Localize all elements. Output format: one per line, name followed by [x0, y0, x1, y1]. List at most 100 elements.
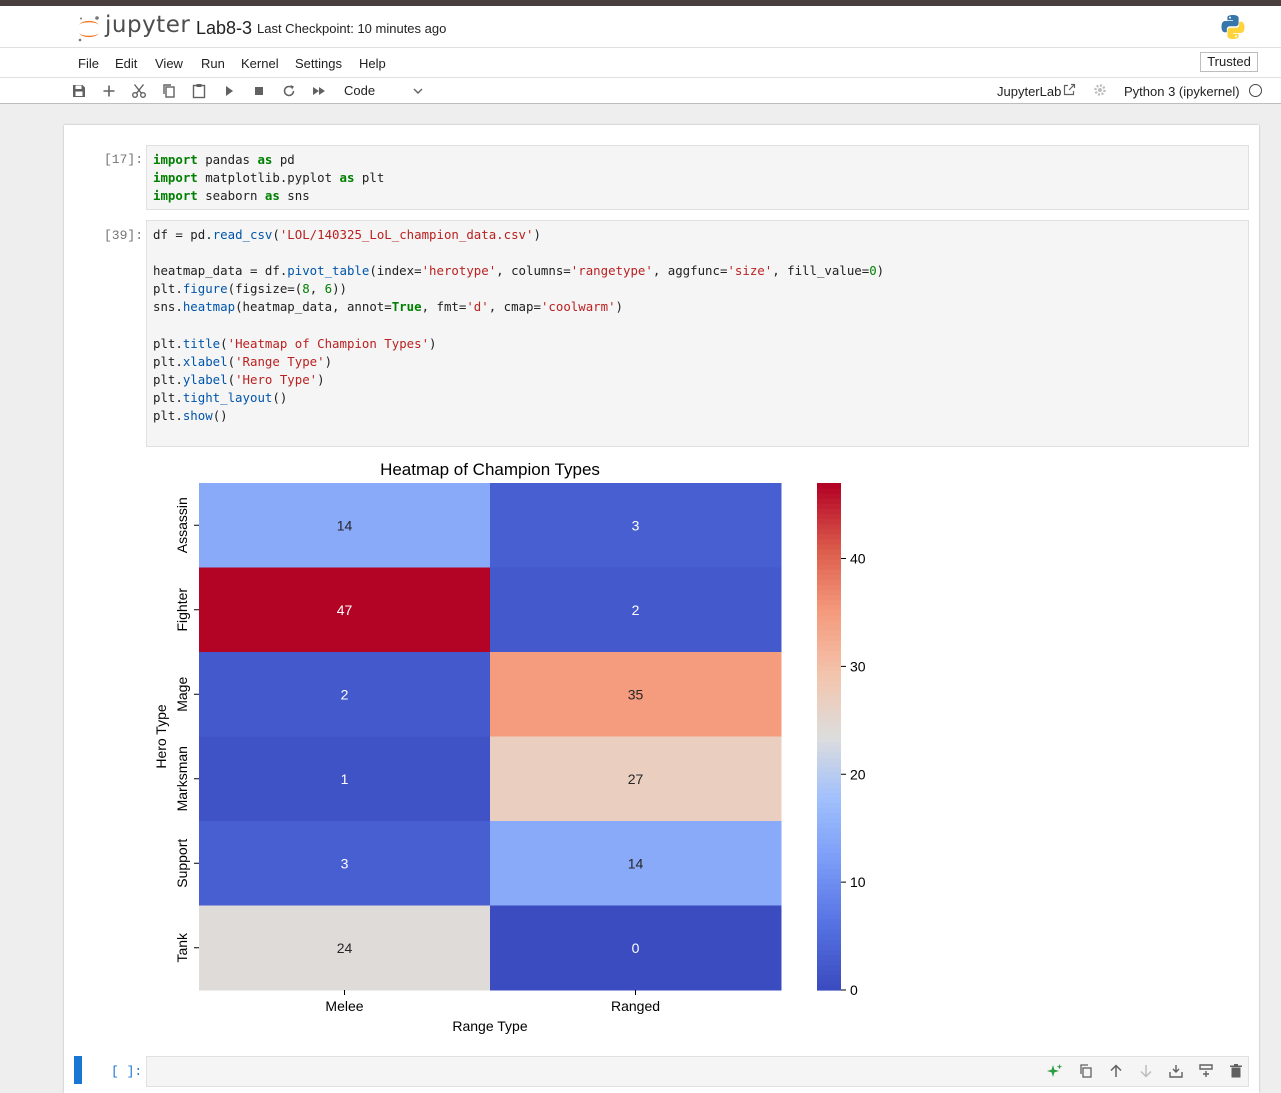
jupyter-logo-icon[interactable]: [76, 14, 102, 44]
colorbar-segment: [817, 498, 841, 504]
colorbar-segment: [817, 777, 841, 783]
colorbar-segment: [817, 635, 841, 641]
colorbar-segment: [817, 812, 841, 819]
external-link-icon[interactable]: [1063, 83, 1076, 96]
colorbar-segment: [817, 751, 841, 758]
copy-icon[interactable]: [160, 82, 178, 100]
y-axis-label: Hero Type: [153, 704, 169, 769]
menu-run[interactable]: Run: [201, 56, 225, 71]
code-text[interactable]: import pandas as pd import matplotlib.py…: [153, 151, 384, 205]
colorbar-segment: [817, 640, 841, 646]
colorbar-segment: [817, 787, 841, 793]
move-up-icon[interactable]: [1108, 1063, 1124, 1079]
colorbar-segment: [817, 513, 841, 520]
code-cell-heatmap[interactable]: df = pd.read_csv('LOL/140325_LoL_champio…: [146, 220, 1249, 447]
colorbar-tick-label: 0: [850, 982, 858, 998]
run-icon[interactable]: [220, 82, 238, 100]
menu-help[interactable]: Help: [359, 56, 386, 71]
colorbar-segment: [817, 533, 841, 540]
python-logo-icon: [1221, 15, 1245, 39]
insert-above-icon[interactable]: [1168, 1063, 1184, 1079]
y-tick-label: Mage: [174, 677, 190, 712]
colorbar-segment: [817, 538, 841, 545]
colorbar-segment: [817, 939, 841, 945]
cell-annotation: 14: [628, 855, 644, 871]
menu-settings[interactable]: Settings: [295, 56, 342, 71]
colorbar-segment: [817, 701, 841, 707]
colorbar-segment: [817, 690, 841, 697]
colorbar-segment: [817, 771, 841, 778]
gear-icon[interactable]: [1093, 83, 1107, 97]
cell-annotation: 2: [632, 602, 640, 618]
cut-icon[interactable]: [130, 82, 148, 100]
insert-below-icon[interactable]: [1198, 1063, 1214, 1079]
colorbar-segment: [817, 665, 841, 672]
colorbar-segment: [817, 695, 841, 702]
x-axis-label: Range Type: [452, 1018, 527, 1034]
chevron-down-icon[interactable]: [411, 84, 425, 98]
menu-file[interactable]: File: [78, 56, 99, 71]
colorbar-segment: [817, 934, 841, 940]
colorbar-tick-label: 40: [850, 551, 866, 567]
cell-annotation: 14: [337, 517, 353, 533]
colorbar-segment: [817, 721, 841, 727]
code-text[interactable]: df = pd.read_csv('LOL/140325_LoL_champio…: [153, 226, 884, 425]
colorbar-segment: [817, 878, 841, 885]
colorbar-segment: [817, 822, 841, 829]
notebook-name[interactable]: Lab8-3: [196, 18, 252, 39]
colorbar-segment: [817, 569, 841, 575]
menu-bar: File Edit View Run Kernel Settings Help …: [0, 47, 1281, 77]
paste-icon[interactable]: [190, 82, 208, 100]
kernel-name[interactable]: Python 3 (ipykernel): [1124, 84, 1240, 99]
colorbar-segment: [817, 913, 841, 920]
save-icon[interactable]: [70, 82, 88, 100]
colorbar-segment: [817, 655, 841, 662]
menu-view[interactable]: View: [155, 56, 183, 71]
colorbar-segment: [817, 949, 841, 956]
colorbar-segment: [817, 903, 841, 910]
jupyterlab-link[interactable]: JupyterLab: [997, 84, 1061, 99]
colorbar-segment: [817, 619, 841, 626]
colorbar-tick-label: 20: [850, 766, 866, 782]
colorbar-segment: [817, 488, 841, 494]
colorbar-segment: [817, 893, 841, 900]
colorbar-segment: [817, 817, 841, 824]
colorbar-segment: [817, 528, 841, 535]
fast-forward-icon[interactable]: [310, 82, 328, 100]
move-down-icon[interactable]: [1138, 1063, 1154, 1079]
sparkle-icon[interactable]: [1047, 1063, 1063, 1079]
colorbar-segment: [817, 685, 841, 692]
colorbar-segment: [817, 888, 841, 895]
trusted-indicator[interactable]: Trusted: [1200, 52, 1258, 72]
menu-kernel[interactable]: Kernel: [241, 56, 279, 71]
colorbar-segment: [817, 979, 841, 986]
menu-edit[interactable]: Edit: [115, 56, 137, 71]
code-cell-imports[interactable]: import pandas as pd import matplotlib.py…: [146, 145, 1249, 210]
colorbar-segment: [817, 680, 841, 687]
colorbar-segment: [817, 604, 841, 611]
restart-icon[interactable]: [280, 82, 298, 100]
kernel-status-icon: [1249, 84, 1262, 97]
colorbar-segment: [817, 741, 841, 748]
colorbar-segment: [817, 706, 841, 712]
cell-prompt: [39]:: [104, 228, 144, 243]
jupyter-logo-text: jupyter: [105, 12, 191, 38]
cell-annotation: 3: [632, 517, 640, 533]
colorbar-segment: [817, 908, 841, 915]
cell-annotation: 35: [628, 686, 644, 702]
cell-annotation: 27: [628, 771, 644, 787]
cell-annotation: 3: [341, 855, 349, 871]
cell-type-select[interactable]: Code: [344, 83, 375, 98]
colorbar-segment: [817, 493, 841, 499]
cell-annotation: 2: [341, 686, 349, 702]
duplicate-cell-icon[interactable]: [1078, 1063, 1094, 1079]
colorbar-segment: [817, 711, 841, 717]
stop-icon[interactable]: [250, 82, 268, 100]
colorbar-segment: [817, 523, 841, 530]
colorbar-segment: [817, 954, 841, 961]
add-cell-icon[interactable]: [100, 82, 118, 100]
y-tick-label: Assassin: [174, 497, 190, 553]
colorbar-segment: [817, 883, 841, 890]
colorbar-segment: [817, 594, 841, 601]
delete-cell-icon[interactable]: [1228, 1063, 1244, 1079]
